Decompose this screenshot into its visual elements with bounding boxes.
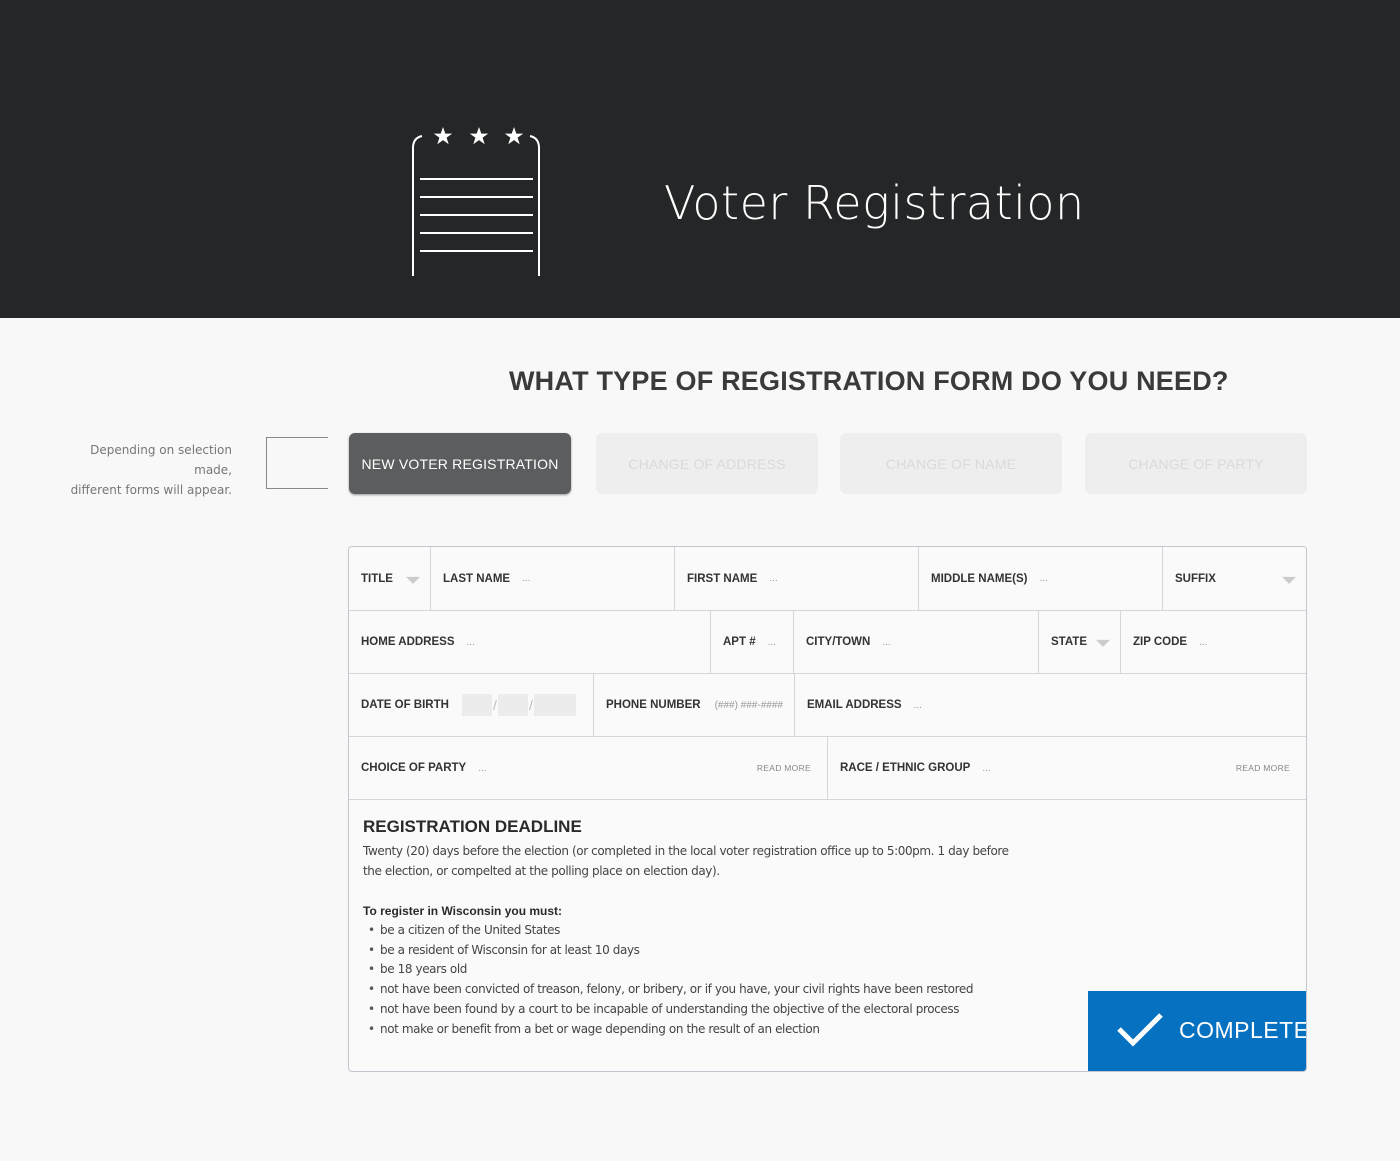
list-item: not have been convicted of treason, felo… bbox=[363, 980, 1063, 1000]
city-label: CITY/TOWN bbox=[806, 636, 871, 648]
list-item: be a citizen of the United States bbox=[363, 921, 1063, 941]
dob-inputs: / / bbox=[461, 694, 576, 716]
list-item: be a resident of Wisconsin for at least … bbox=[363, 941, 1063, 961]
title-select[interactable]: TITLE bbox=[349, 547, 431, 610]
name-row: TITLE LAST NAME ... FIRST NAME ... MIDDL… bbox=[349, 547, 1306, 611]
phone-placeholder: (###) ###-#### bbox=[714, 699, 783, 711]
title-label: TITLE bbox=[361, 572, 393, 585]
apt-field[interactable]: APT # ... bbox=[711, 611, 794, 673]
race-placeholder: ... bbox=[982, 762, 991, 774]
registration-form: TITLE LAST NAME ... FIRST NAME ... MIDDL… bbox=[348, 546, 1307, 1072]
last-name-field[interactable]: LAST NAME ... bbox=[431, 547, 675, 610]
party-row: CHOICE OF PARTY ... READ MORE RACE / ETH… bbox=[349, 737, 1306, 800]
apt-placeholder: ... bbox=[767, 636, 776, 648]
last-name-label: LAST NAME bbox=[443, 572, 511, 585]
party-label: CHOICE OF PARTY bbox=[361, 762, 467, 774]
ballot-stars-icon bbox=[412, 127, 540, 276]
middle-name-field[interactable]: MIDDLE NAME(S) ... bbox=[919, 547, 1163, 610]
party-placeholder: ... bbox=[478, 762, 487, 774]
race-field[interactable]: RACE / ETHNIC GROUP ... READ MORE bbox=[828, 737, 1306, 799]
email-field[interactable]: EMAIL ADDRESS ... bbox=[795, 674, 1306, 736]
email-label: EMAIL ADDRESS bbox=[807, 699, 902, 711]
chevron-down-icon bbox=[1282, 576, 1296, 584]
party-read-more-link[interactable]: READ MORE bbox=[757, 763, 811, 773]
home-address-field[interactable]: HOME ADDRESS ... bbox=[349, 611, 711, 673]
email-placeholder: ... bbox=[913, 699, 922, 711]
hint-line-1: Depending on selection made, bbox=[90, 443, 232, 477]
deadline-text: Twenty (20) days before the election (or… bbox=[363, 844, 1009, 878]
zip-label: ZIP CODE bbox=[1133, 636, 1188, 648]
selection-hint: Depending on selection made, different f… bbox=[50, 440, 232, 500]
race-read-more-link[interactable]: READ MORE bbox=[1236, 763, 1290, 773]
change-of-name-button[interactable]: CHANGE OF NAME bbox=[840, 433, 1062, 494]
list-item: be 18 years old bbox=[363, 960, 1063, 980]
zip-field[interactable]: ZIP CODE ... bbox=[1121, 611, 1306, 673]
city-placeholder: ... bbox=[882, 636, 891, 648]
last-name-placeholder: ... bbox=[522, 573, 531, 584]
middle-name-label: MIDDLE NAME(S) bbox=[931, 572, 1028, 585]
list-item: not make or benefit from a bet or wage d… bbox=[363, 1020, 1063, 1040]
hint-connector bbox=[266, 437, 328, 489]
address-row: HOME ADDRESS ... APT # ... CITY/TOWN ...… bbox=[349, 611, 1306, 674]
suffix-select[interactable]: SUFFIX bbox=[1163, 547, 1306, 610]
home-address-placeholder: ... bbox=[466, 636, 475, 648]
first-name-label: FIRST NAME bbox=[687, 572, 758, 585]
deadline-section: REGISTRATION DEADLINE Twenty (20) days b… bbox=[363, 817, 1063, 1039]
party-field[interactable]: CHOICE OF PARTY ... READ MORE bbox=[349, 737, 828, 799]
new-voter-registration-button[interactable]: NEW VOTER REGISTRATION bbox=[349, 433, 571, 494]
suffix-label: SUFFIX bbox=[1175, 572, 1216, 585]
deadline-title: REGISTRATION DEADLINE bbox=[363, 817, 582, 836]
dob-field: DATE OF BIRTH / / bbox=[349, 674, 594, 736]
complete-button[interactable]: COMPLETE bbox=[1088, 991, 1307, 1071]
contact-row: DATE OF BIRTH / / PHONE NUMBER (###) ###… bbox=[349, 674, 1306, 737]
change-of-address-button[interactable]: CHANGE OF ADDRESS bbox=[596, 433, 818, 494]
requirements-list: be a citizen of the United States be a r… bbox=[363, 921, 1063, 1039]
state-select[interactable]: STATE bbox=[1039, 611, 1121, 673]
app-header: Voter Registration bbox=[0, 0, 1400, 318]
city-field[interactable]: CITY/TOWN ... bbox=[794, 611, 1039, 673]
chevron-down-icon bbox=[1096, 639, 1110, 647]
zip-placeholder: ... bbox=[1199, 636, 1208, 648]
middle-name-placeholder: ... bbox=[1039, 573, 1048, 584]
complete-label: COMPLETE bbox=[1179, 1017, 1307, 1043]
dob-day-input[interactable] bbox=[497, 694, 528, 716]
hint-line-2: different forms will appear. bbox=[70, 483, 232, 497]
chevron-down-icon bbox=[406, 576, 420, 584]
dob-label: DATE OF BIRTH bbox=[361, 699, 449, 711]
list-item: not have been found by a court to be inc… bbox=[363, 1000, 1063, 1020]
first-name-field[interactable]: FIRST NAME ... bbox=[675, 547, 919, 610]
change-of-party-button[interactable]: CHANGE OF PARTY bbox=[1085, 433, 1307, 494]
state-label: STATE bbox=[1051, 636, 1087, 648]
dob-year-input[interactable] bbox=[533, 694, 576, 716]
requirements-title: To register in Wisconsin you must: bbox=[363, 904, 563, 918]
app-title: Voter Registration bbox=[664, 176, 1085, 230]
apt-label: APT # bbox=[723, 636, 756, 648]
page-question: WHAT TYPE OF REGISTRATION FORM DO YOU NE… bbox=[509, 366, 1229, 396]
checkmark-icon bbox=[1117, 1013, 1163, 1047]
home-address-label: HOME ADDRESS bbox=[361, 636, 455, 648]
phone-label: PHONE NUMBER bbox=[606, 699, 701, 711]
first-name-placeholder: ... bbox=[769, 573, 778, 584]
phone-field[interactable]: PHONE NUMBER (###) ###-#### bbox=[594, 674, 795, 736]
race-label: RACE / ETHNIC GROUP bbox=[840, 762, 971, 774]
dob-month-input[interactable] bbox=[461, 694, 492, 716]
